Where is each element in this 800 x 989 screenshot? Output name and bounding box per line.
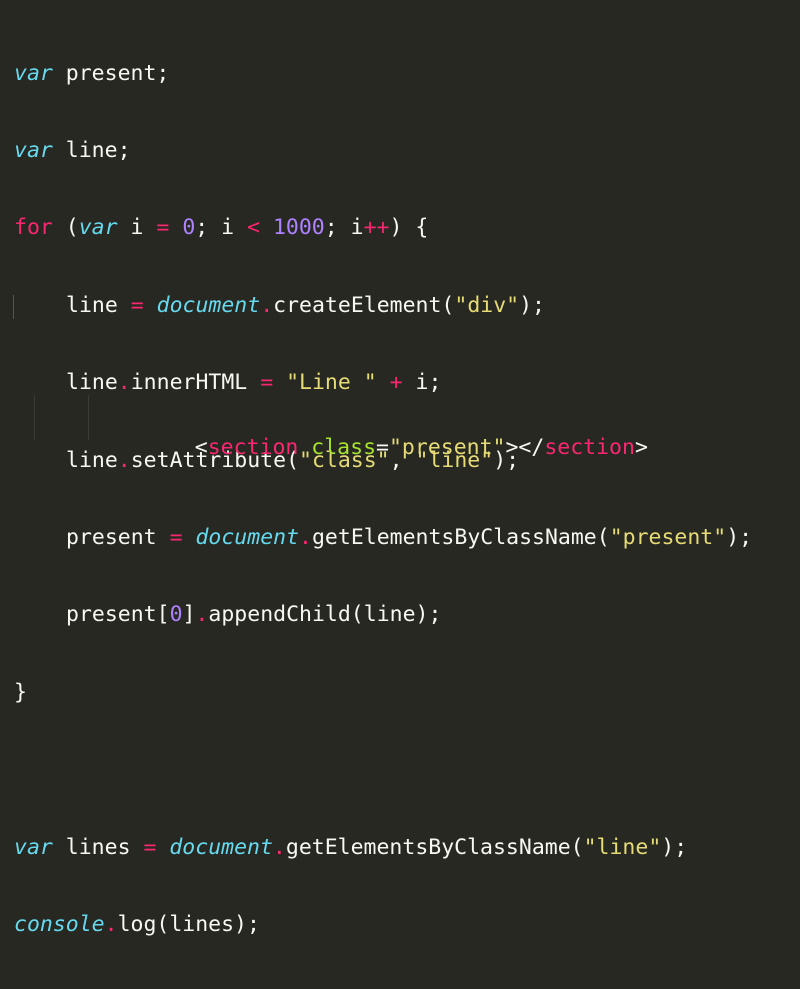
string: "line": [583, 834, 662, 860]
keyword: for: [14, 215, 53, 241]
tag-bracket: >: [634, 435, 648, 460]
code-line: line.innerHTML = "Line " + i;: [14, 370, 752, 396]
operator: =: [156, 215, 170, 241]
identifier: getElementsByClassName(: [311, 524, 610, 550]
number: 1000: [272, 215, 325, 241]
equals: =: [376, 435, 389, 460]
keyword: var: [14, 834, 53, 860]
number: 0: [169, 602, 183, 628]
operator: =: [130, 292, 144, 318]
identifier: present;: [52, 60, 170, 86]
punct: );: [661, 834, 688, 860]
identifier: ; i: [195, 215, 248, 241]
html-attribute-value: "present": [388, 435, 506, 460]
tag-bracket: ></: [505, 435, 545, 460]
identifier: present: [66, 524, 170, 550]
operator: .: [299, 524, 312, 550]
tag-bracket: <: [194, 435, 208, 460]
operator: ++: [363, 215, 390, 241]
builtin: document: [195, 524, 300, 550]
code-line: var lines = document.getElementsByClassN…: [14, 835, 752, 861]
identifier: appendChild(line);: [208, 602, 442, 628]
operator: =: [260, 370, 274, 396]
punct: (: [52, 215, 79, 241]
operator: .: [272, 834, 286, 860]
identifier: innerHTML: [130, 370, 261, 396]
punct: ) {: [389, 215, 429, 241]
identifier: createElement(: [273, 292, 455, 318]
text-cursor: [13, 295, 14, 319]
html-tag-name: section: [544, 435, 635, 460]
string: "Line ": [286, 370, 377, 396]
code-line: line = document.createElement("div");: [14, 293, 752, 319]
identifier: log(lines);: [117, 911, 260, 937]
code-line: present = document.getElementsByClassNam…: [14, 525, 752, 551]
identifier: i: [117, 215, 157, 241]
identifier: line: [66, 292, 131, 318]
html-attribute: class: [311, 435, 377, 460]
code-line: for (var i = 0; i < 1000; i++) {: [14, 215, 752, 241]
identifier: lines: [52, 834, 144, 860]
identifier: line;: [52, 137, 131, 163]
punct: }: [14, 679, 27, 705]
html-code-line[interactable]: <section class="present"></section>: [143, 409, 648, 487]
builtin: document: [169, 834, 273, 860]
keyword: var: [14, 60, 53, 86]
code-line: present[0].appendChild(line);: [14, 602, 752, 628]
operator: .: [117, 370, 131, 396]
identifier: getElementsByClassName(: [285, 834, 584, 860]
identifier: line: [66, 447, 118, 473]
operator: .: [104, 911, 118, 937]
operator: <: [247, 215, 261, 241]
operator: =: [169, 524, 183, 550]
identifier: present[: [66, 602, 170, 628]
identifier: i;: [402, 370, 442, 396]
builtin: document: [156, 292, 261, 318]
identifier: ; i: [324, 215, 364, 241]
indent-guide: [88, 395, 89, 440]
js-code-block[interactable]: var present; var line; for (var i = 0; i…: [14, 9, 752, 989]
html-tag-name: section: [207, 435, 299, 460]
operator: .: [260, 292, 274, 318]
code-line: var present;: [14, 61, 752, 87]
string: "present": [609, 524, 727, 550]
operator: .: [117, 447, 131, 473]
code-line: console.log(lines);: [14, 912, 752, 938]
number: 0: [182, 215, 196, 241]
code-editor[interactable]: var present; var line; for (var i = 0; i…: [0, 0, 800, 937]
code-line: }: [14, 680, 752, 706]
punct: );: [726, 524, 753, 550]
string: "div": [454, 292, 520, 318]
operator: .: [195, 602, 209, 628]
indent-guide: [34, 395, 35, 440]
builtin: console: [14, 911, 105, 937]
punct: );: [519, 292, 545, 318]
keyword: var: [14, 137, 53, 163]
punct: ]: [182, 602, 196, 628]
operator: =: [143, 834, 157, 860]
keyword: var: [78, 215, 118, 241]
operator: +: [389, 370, 403, 396]
code-line: var line;: [14, 138, 752, 164]
identifier: line: [66, 370, 118, 396]
